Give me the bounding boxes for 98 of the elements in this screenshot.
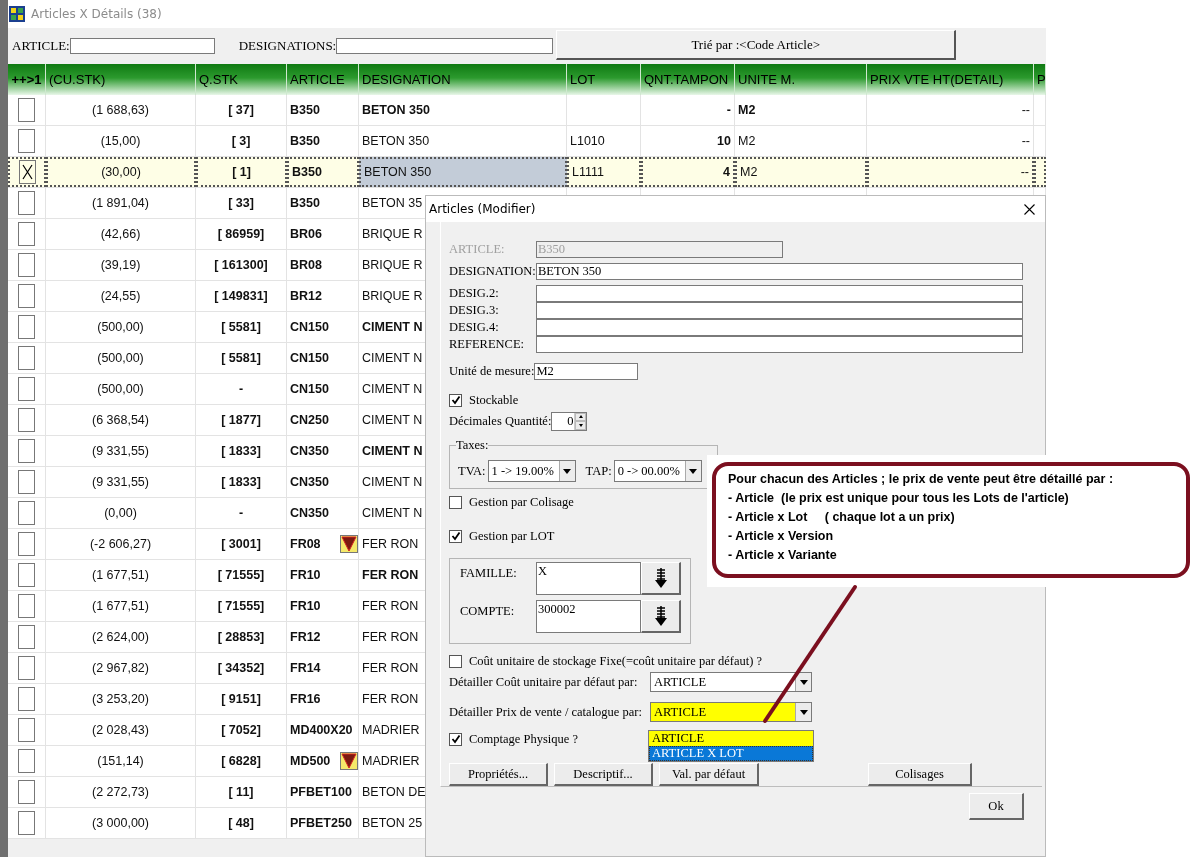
table-cell: [ 5581] [196,343,287,373]
table-cell: (15,00) [46,126,196,156]
table-cell: BR06 [290,227,322,241]
table-cell: FR08 [290,537,321,551]
table-cell: PFBET250 [290,816,352,830]
table-cell: [ 5581] [196,312,287,342]
table-cell: MD400X20 [290,723,353,737]
field-label: DESIG.4: [449,320,500,335]
table-cell: CN150 [290,320,329,334]
table-cell: (-2 606,27) [46,529,196,559]
table-cell: (2 624,00) [46,622,196,652]
callout-text: - Article x Version [728,528,835,545]
checkbox-label: Gestion par LOT [469,528,555,544]
table-cell: FR12 [290,630,321,644]
table-cell: [ 33] [196,188,287,218]
table-cell: FR10 [290,599,321,613]
table-cell: CN150 [290,351,329,365]
table-cell: B350 [290,134,320,148]
callout-text: - Article x Lot ( chaque lot a un prix) [728,509,956,526]
table-cell: CN250 [290,413,329,427]
table-cell: M2 [735,95,867,125]
window-title: Articles X Détails (38) [31,7,162,21]
table-cell: [ 161300] [196,250,287,280]
callout-text: - Article x Variante [728,547,838,564]
table-cell: (1 891,04) [46,188,196,218]
table-cell: BETON 350 [359,95,567,125]
dialog-title: Articles (Modifier) [429,202,536,216]
table-cell: BETON 350 [359,157,567,187]
table-cell: (39,19) [46,250,196,280]
table-cell: FR10 [290,568,321,582]
table-cell: (2 028,43) [46,715,196,745]
table-cell: CN150 [290,382,329,396]
table-cell: [ 149831] [196,281,287,311]
callout-text: Pour chacun des Articles ; le prix de vente peut être détaillé par : [728,471,1115,488]
table-cell: (2 967,82) [46,653,196,683]
table-cell: FR16 [290,692,321,706]
field-label: Décimales Quantité: [449,413,552,429]
table-cell: PFBET100 [290,785,352,799]
table-cell: (500,00) [46,374,196,404]
table-cell: [ 1877] [196,405,287,435]
table-cell: [ 3] [196,126,287,156]
table-cell: [ 48] [196,808,287,838]
table-cell: CN350 [290,475,329,489]
field-label: TAP: [585,463,612,479]
table-cell: (1 677,51) [46,560,196,590]
callout-text: - Article (le prix est unique pour tous les Lots de l'article) [728,490,1070,507]
table-cell: [ 9151] [196,684,287,714]
table-cell: (42,66) [46,219,196,249]
table-cell: [ 37] [196,95,287,125]
table-cell: (500,00) [46,343,196,373]
table-cell: B350 [292,165,322,179]
table-cell: - [641,95,735,125]
field-label: DESIG.2: [449,286,500,301]
table-cell: B350 [290,103,320,117]
table-cell: FR14 [290,661,321,675]
table-cell: L1010 [567,126,641,156]
table-cell: (9 331,55) [46,467,196,497]
table-cell: CN350 [290,444,329,458]
table-cell: (500,00) [46,312,196,342]
table-cell: [ 28853] [196,622,287,652]
table-cell: MD500 [290,754,331,768]
table-cell: -- [867,126,1034,156]
field-label: COMPTE: [460,604,516,619]
table-cell: - [196,374,287,404]
filter-label: DESIGNATIONS: [238,38,337,54]
table-cell: [ 71555] [196,560,287,590]
table-cell: [ 34352] [196,653,287,683]
filter-label: ARTICLE: [12,38,70,54]
table-cell: [ 7052] [196,715,287,745]
table-cell: (3 253,20) [46,684,196,714]
table-cell: [ 71555] [196,591,287,621]
spinner-value: 0 [567,413,574,429]
table-cell: (151,14) [46,746,196,776]
table-cell: (6 368,54) [46,405,196,435]
table-cell: (3 000,00) [46,808,196,838]
table-cell: -- [867,95,1034,125]
table-cell: (1 688,63) [46,95,196,125]
table-cell: - [196,498,287,528]
table-cell: BR12 [290,289,322,303]
table-cell: (1 677,51) [46,591,196,621]
table-cell: (2 272,73) [46,777,196,807]
table-cell: [ 6828] [196,746,287,776]
table-cell: [ 3001] [196,529,287,559]
table-cell: (24,55) [46,281,196,311]
table-cell: M2 [735,126,867,156]
table-cell: (0,00) [46,498,196,528]
field-label: DESIGNATION: [449,264,536,279]
table-cell: (9 331,55) [46,436,196,466]
table-cell: 10 [641,126,735,156]
table-cell: CN350 [290,506,329,520]
table-cell: [ 11] [196,777,287,807]
table-cell: BR08 [290,258,322,272]
table-cell: [ 1833] [196,436,287,466]
table-cell: [ 1833] [196,467,287,497]
field-label: FAMILLE: [460,566,518,581]
table-cell: [ 86959] [196,219,287,249]
table-cell: B350 [290,196,320,210]
table-cell: BETON 350 [359,126,567,156]
